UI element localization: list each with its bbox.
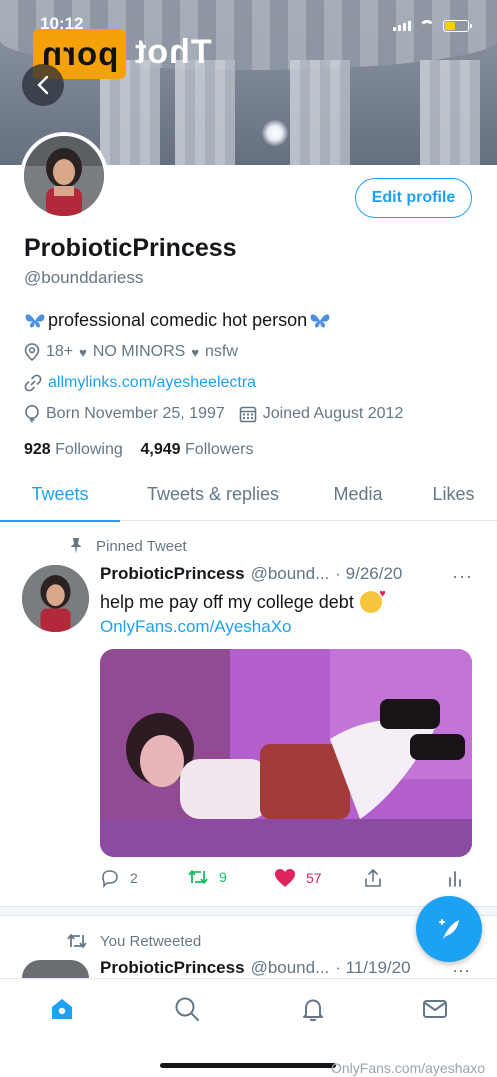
heart-icon: ♥ (191, 344, 200, 360)
retweet-icon (67, 934, 87, 948)
heart-icon (275, 869, 295, 887)
banner-curtain (290, 60, 350, 165)
follow-counts: 928 Following 4,949 Followers (24, 441, 254, 459)
profile-bio: professional comedic hot person (24, 310, 331, 331)
butterfly-icon (310, 313, 330, 327)
profile-tabs: Tweets Tweets & replies Media Likes (0, 468, 497, 522)
tweet-date: · 9/26/20 (335, 564, 403, 583)
nav-home[interactable] (46, 993, 78, 1025)
following-count: 928 (24, 441, 51, 458)
tweet-avatar[interactable] (22, 960, 89, 978)
tab-likes[interactable]: Likes (410, 468, 497, 521)
website-link[interactable]: allmylinks.com/ayesheelectra (48, 374, 256, 392)
share-icon (365, 869, 381, 887)
retweet-icon (188, 870, 208, 884)
pinned-indicator: Pinned Tweet (68, 537, 187, 555)
profile-handle: @bounddariess (24, 268, 144, 287)
tweet-date: · 11/19/20 (335, 958, 411, 977)
location-tag: 18+ (46, 343, 74, 360)
edit-profile-button[interactable]: Edit profile (355, 178, 472, 218)
retweet-button[interactable]: 9 (187, 868, 227, 886)
following-link[interactable]: 928 Following (24, 441, 123, 458)
pinned-label: Pinned Tweet (96, 537, 187, 555)
compose-feather-icon (439, 919, 459, 939)
banner-curtain (420, 60, 480, 165)
balloon-icon (25, 405, 39, 423)
more-options-icon[interactable]: ··· (452, 960, 470, 978)
birthday-text: Born November 25, 1997 (46, 405, 225, 422)
search-icon (175, 997, 199, 1021)
calendar-icon (239, 406, 257, 423)
avatar-image (24, 136, 104, 216)
like-count: 57 (306, 870, 322, 886)
analytics-icon (449, 871, 461, 887)
retweet-indicator: You Retweeted (66, 932, 201, 950)
profile-avatar[interactable] (20, 132, 108, 220)
battery-icon (443, 20, 472, 32)
nav-search[interactable] (171, 993, 203, 1025)
bio-text: professional comedic hot person (48, 310, 308, 330)
heart-icon: ♥ (79, 344, 87, 360)
tweet-header: ProbioticPrincess @bound... · 9/26/20 (100, 564, 402, 584)
pin-icon (70, 538, 82, 554)
tweet-author-name[interactable]: ProbioticPrincess (100, 958, 245, 978)
tweet-header: ProbioticPrincess @bound... · 11/19/20 (100, 958, 411, 978)
reply-icon (102, 870, 118, 888)
tweet-text: help me pay off my college debt (100, 588, 386, 613)
watermark-plain-text: Thot (134, 33, 212, 71)
tweet-author-handle: @bound... (250, 958, 330, 977)
tab-media[interactable]: Media (306, 468, 410, 521)
followers-link[interactable]: 4,949 Followers (141, 441, 254, 458)
footer-watermark: OnlyFans.com/ayeshaxo (331, 1060, 486, 1076)
following-label: Following (55, 441, 123, 458)
profile-location: 18+ ♥ NO MINORS ♥ nsfw (24, 343, 238, 361)
like-button[interactable]: 57 (274, 868, 322, 888)
more-options-icon[interactable]: ··· (452, 566, 473, 587)
bell-icon (303, 999, 323, 1022)
compose-tweet-button[interactable] (416, 896, 482, 962)
followers-count: 4,949 (140, 441, 181, 458)
location-tag: nsfw (205, 343, 238, 360)
profile-dates: Born November 25, 1997 Joined August 201… (24, 405, 403, 423)
wifi-icon (419, 20, 435, 32)
tab-tweets-replies[interactable]: Tweets & replies (120, 468, 306, 521)
smiling-hearts-emoji-icon (359, 588, 386, 613)
status-icons (393, 20, 472, 32)
home-indicator[interactable] (160, 1063, 336, 1068)
chevron-left-icon (37, 75, 49, 95)
followers-label: Followers (185, 441, 254, 458)
reply-button[interactable]: 2 (100, 868, 138, 888)
retweeted-label: You Retweeted (100, 932, 202, 950)
tweet-actions: 2 9 57 (100, 868, 472, 894)
tweet-body: help me pay off my college debt (100, 591, 354, 612)
location-icon (24, 343, 40, 361)
media-photo (100, 649, 472, 857)
avatar-image (22, 565, 89, 632)
banner-curtain (175, 60, 235, 165)
share-button[interactable] (363, 868, 383, 888)
link-icon (24, 374, 42, 392)
butterfly-icon (25, 313, 45, 327)
nav-notifications[interactable] (297, 993, 329, 1025)
profile-website: allmylinks.com/ayesheelectra (24, 374, 256, 392)
location-tag: NO MINORS (92, 343, 186, 360)
tweet-link[interactable]: OnlyFans.com/AyeshaXo (100, 617, 292, 637)
analytics-button[interactable] (447, 868, 463, 888)
tweet-media-image[interactable] (100, 649, 472, 857)
home-icon (52, 999, 72, 1019)
signal-icon (393, 21, 411, 31)
tweet-author-handle: @bound... (250, 564, 330, 583)
mail-icon (423, 1000, 447, 1018)
profile-name: ProbioticPrincess (24, 234, 237, 262)
retweet-count: 9 (219, 869, 227, 885)
joined-text: Joined August 2012 (262, 405, 404, 422)
reply-count: 2 (130, 870, 138, 886)
banner-light (262, 120, 288, 146)
tweet-author-name[interactable]: ProbioticPrincess (100, 564, 245, 584)
tweet-avatar[interactable] (22, 565, 89, 632)
nav-messages[interactable] (419, 993, 451, 1025)
back-button[interactable] (22, 64, 64, 106)
tab-tweets[interactable]: Tweets (0, 468, 120, 522)
